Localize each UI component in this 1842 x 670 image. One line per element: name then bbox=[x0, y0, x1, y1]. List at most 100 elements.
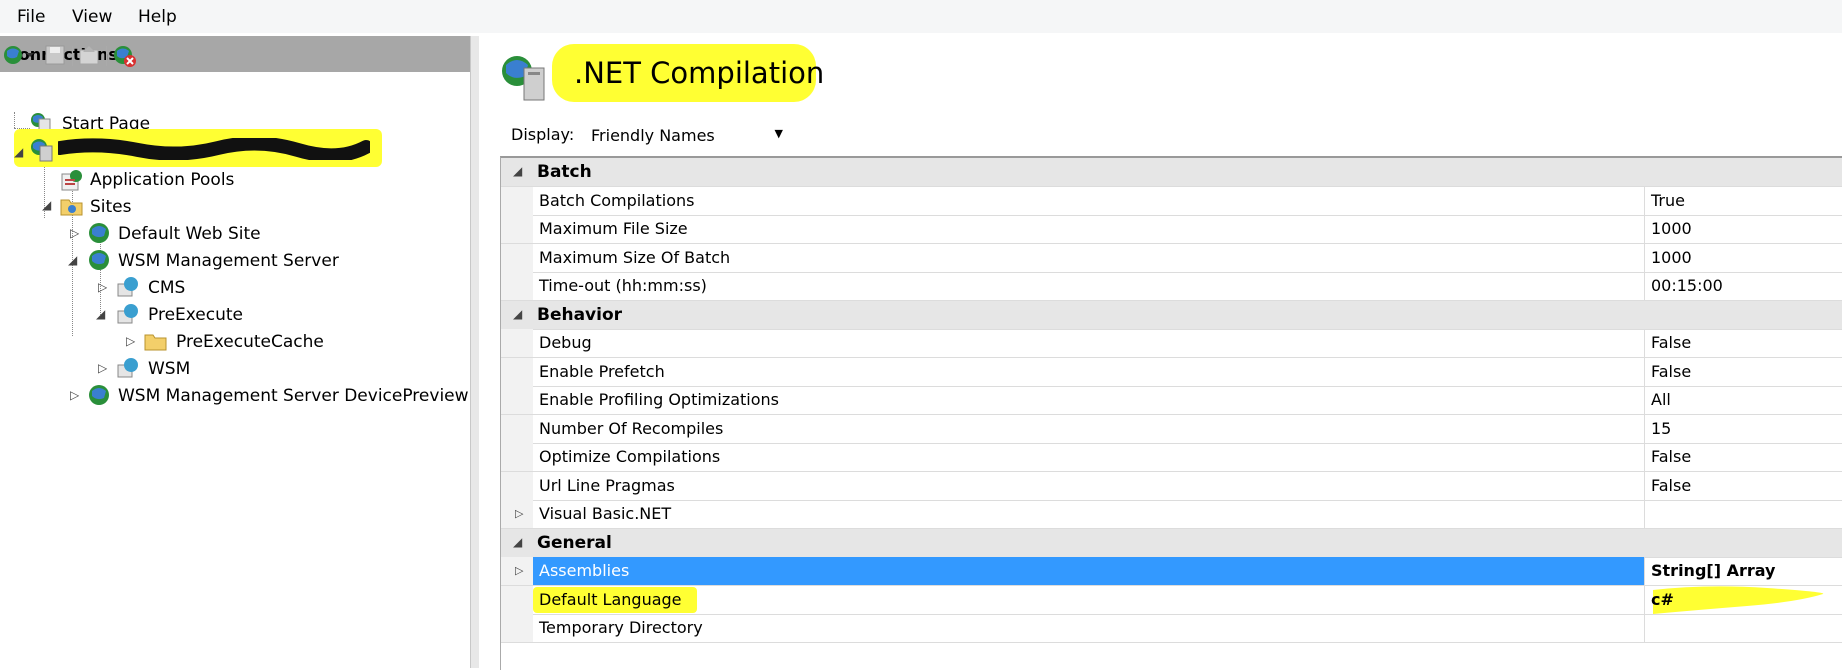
application-icon bbox=[117, 277, 138, 297]
server-icon bbox=[31, 139, 53, 162]
property-name: Maximum File Size bbox=[539, 219, 688, 238]
tree-item-label: WSM Management Server bbox=[118, 251, 339, 271]
website-globe-icon bbox=[89, 223, 109, 243]
connect-globe-icon[interactable] bbox=[2, 44, 36, 66]
tree-item-preexecutecache[interactable]: PreExecuteCache bbox=[144, 329, 384, 355]
tree-item-default-web-site[interactable]: Default Web Site bbox=[88, 221, 348, 247]
property-name: Number Of Recompiles bbox=[539, 418, 724, 438]
tree-item-label: Default Web Site bbox=[118, 224, 261, 244]
display-value: Friendly Names bbox=[591, 126, 715, 145]
expand-arrow-icon[interactable]: ▷ bbox=[98, 361, 107, 375]
collapse-arrow-icon[interactable]: ◢ bbox=[42, 198, 51, 212]
tree-item-sites[interactable]: Sites bbox=[60, 194, 260, 220]
tree-item-application-pools[interactable]: Application Pools bbox=[60, 167, 300, 193]
property-name: Batch Compilations bbox=[539, 190, 695, 210]
property-value[interactable]: 1000 bbox=[1651, 219, 1692, 238]
table-row[interactable]: Optimize Compilations False bbox=[501, 443, 1842, 472]
property-value[interactable]: All bbox=[1651, 390, 1671, 409]
table-row[interactable]: Number Of Recompiles 15 bbox=[501, 414, 1842, 444]
collapse-arrow-icon[interactable]: ◢ bbox=[513, 164, 522, 178]
display-label: Display: bbox=[511, 125, 575, 144]
property-name: Enable Prefetch bbox=[539, 361, 665, 381]
property-name: Temporary Directory bbox=[539, 618, 703, 637]
table-row[interactable]: Temporary Directory bbox=[501, 614, 1842, 643]
collapse-arrow-icon[interactable]: ◢ bbox=[513, 307, 522, 321]
net-compilation-icon bbox=[502, 56, 545, 101]
tree-item-label: WSM Management Server DevicePreview bbox=[118, 386, 469, 406]
table-row[interactable]: Batch Compilations True bbox=[501, 186, 1842, 216]
category-label: Batch bbox=[537, 162, 592, 182]
folder-icon bbox=[144, 334, 167, 351]
expand-arrow-icon[interactable]: ▷ bbox=[70, 226, 79, 240]
table-row[interactable]: Time-out (hh:mm:ss) 00:15:00 bbox=[501, 272, 1842, 301]
page-title: .NET Compilation bbox=[574, 56, 825, 90]
website-globe-icon bbox=[89, 385, 109, 405]
property-value[interactable]: 00:15:00 bbox=[1651, 276, 1723, 295]
property-name: Url Line Pragmas bbox=[539, 475, 675, 495]
property-value[interactable]: c# bbox=[1651, 590, 1674, 609]
property-value[interactable]: String[] Array bbox=[1651, 561, 1775, 580]
menu-help[interactable]: Help bbox=[138, 7, 177, 27]
table-row[interactable]: Debug False bbox=[501, 329, 1842, 358]
tree-item-preexecute[interactable]: PreExecute bbox=[116, 302, 316, 328]
menu-view[interactable]: View bbox=[72, 7, 112, 27]
application-icon bbox=[117, 358, 138, 378]
property-name: Enable Profiling Optimizations bbox=[539, 390, 780, 409]
tree-item-wsm-devicepreview[interactable]: WSM Management Server DevicePreview bbox=[88, 383, 469, 409]
property-value[interactable]: False bbox=[1651, 333, 1691, 352]
table-row[interactable]: Maximum File Size 1000 bbox=[501, 215, 1842, 244]
collapse-arrow-icon[interactable]: ◢ bbox=[96, 307, 105, 321]
tree-item-wsm-management-server[interactable]: WSM Management Server bbox=[88, 248, 388, 274]
category-behavior[interactable]: ◢ Behavior bbox=[501, 300, 1842, 330]
property-name: Maximum Size Of Batch bbox=[539, 247, 731, 267]
save-icon[interactable] bbox=[44, 44, 66, 66]
expand-arrow-icon[interactable]: ▷ bbox=[515, 507, 523, 520]
table-row[interactable]: Enable Prefetch False bbox=[501, 357, 1842, 387]
property-value[interactable]: 15 bbox=[1651, 419, 1671, 438]
application-pools-icon bbox=[61, 170, 82, 191]
collapse-arrow-icon[interactable]: ◢ bbox=[513, 535, 522, 549]
category-label: Behavior bbox=[537, 304, 623, 325]
expand-arrow-icon[interactable]: ▷ bbox=[70, 388, 79, 402]
property-value[interactable]: True bbox=[1651, 191, 1685, 210]
property-name: Debug bbox=[539, 333, 592, 352]
category-label: General bbox=[537, 532, 612, 553]
property-name: Optimize Compilations bbox=[539, 447, 721, 466]
expand-arrow-icon[interactable]: ▷ bbox=[515, 564, 523, 577]
property-grid: ◢ Batch Batch Compilations True Maximum … bbox=[500, 156, 1842, 670]
property-value[interactable]: False bbox=[1651, 447, 1691, 466]
category-batch[interactable]: ◢ Batch bbox=[501, 158, 1842, 187]
tree-item-label: Application Pools bbox=[90, 170, 235, 190]
table-row[interactable]: Default Language c# bbox=[501, 585, 1842, 615]
expand-arrow-icon[interactable]: ▷ bbox=[126, 334, 135, 348]
collapse-arrow-icon[interactable]: ◢ bbox=[14, 145, 23, 159]
table-row-selected[interactable]: ▷ Assemblies String[] Array bbox=[501, 557, 1842, 586]
selection-highlight bbox=[533, 557, 1644, 585]
tree-item-wsm[interactable]: WSM bbox=[116, 356, 316, 382]
redaction-scribble bbox=[58, 138, 370, 160]
tree-item-label: WSM bbox=[148, 359, 191, 379]
application-icon bbox=[117, 304, 138, 324]
tree-item-label: CMS bbox=[148, 278, 186, 298]
chevron-down-icon: ▼ bbox=[774, 127, 783, 140]
menu-file[interactable]: File bbox=[17, 7, 45, 27]
display-dropdown[interactable]: Friendly Names ▼ bbox=[583, 121, 789, 149]
property-name: Time-out (hh:mm:ss) bbox=[539, 276, 707, 295]
table-row[interactable]: ▷ Visual Basic.NET bbox=[501, 500, 1842, 529]
property-value[interactable]: False bbox=[1651, 476, 1691, 495]
table-row[interactable]: Maximum Size Of Batch 1000 bbox=[501, 243, 1842, 273]
up-level-icon[interactable] bbox=[78, 44, 100, 66]
disconnect-icon[interactable] bbox=[112, 44, 138, 68]
table-row[interactable]: Url Line Pragmas False bbox=[501, 471, 1842, 501]
property-value[interactable]: False bbox=[1651, 362, 1691, 381]
collapse-arrow-icon[interactable]: ◢ bbox=[68, 253, 77, 267]
expand-arrow-icon[interactable]: ▷ bbox=[98, 280, 107, 294]
category-general[interactable]: ◢ General bbox=[501, 528, 1842, 558]
table-row[interactable]: Enable Profiling Optimizations All bbox=[501, 386, 1842, 415]
property-name: Assemblies bbox=[539, 561, 630, 580]
tree-item-label: Sites bbox=[90, 197, 132, 217]
connections-header: Connections bbox=[0, 36, 470, 72]
property-name: Default Language bbox=[539, 589, 682, 609]
property-value[interactable]: 1000 bbox=[1651, 248, 1692, 267]
tree-item-cms[interactable]: CMS bbox=[116, 275, 316, 301]
